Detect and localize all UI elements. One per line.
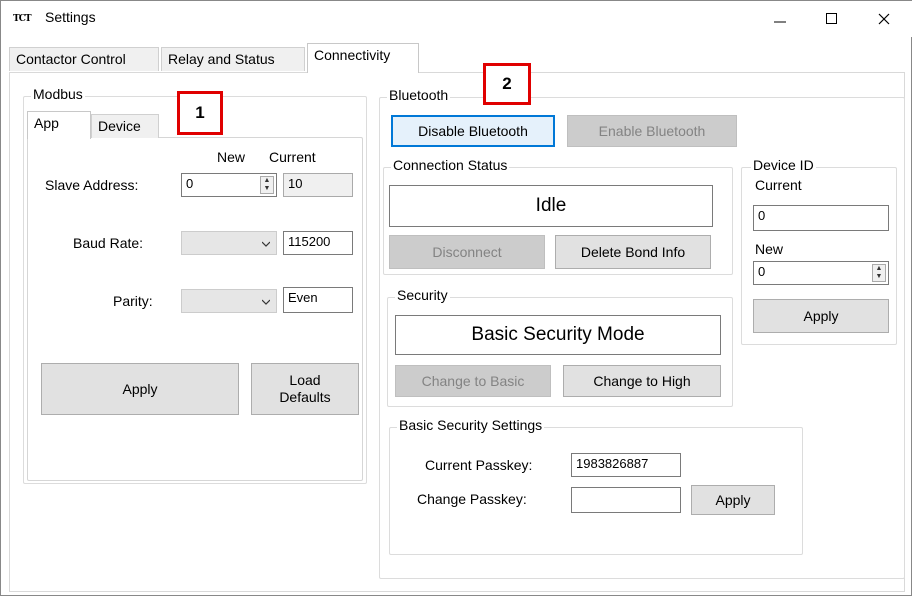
- slave-address-current-field: 10: [283, 173, 353, 197]
- baud-rate-select[interactable]: [181, 231, 277, 255]
- connection-status-display: Idle: [389, 185, 713, 227]
- disconnect-button[interactable]: Disconnect: [389, 235, 545, 269]
- chevron-down-icon: [262, 241, 270, 247]
- device-id-apply-button[interactable]: Apply: [753, 299, 889, 333]
- window-title: Settings: [45, 9, 96, 25]
- device-id-new-value: 0: [758, 264, 766, 279]
- app-logo-icon: TCT: [13, 14, 32, 24]
- modbus-group-label: Modbus: [31, 86, 85, 102]
- baud-rate-label: Baud Rate:: [73, 235, 144, 251]
- settings-window: TCT Settings Contactor Control Relay and…: [0, 0, 912, 596]
- change-to-high-button[interactable]: Change to High: [563, 365, 721, 397]
- load-defaults-button[interactable]: Load Defaults: [251, 363, 359, 415]
- callout-marker-1: 1: [177, 91, 223, 135]
- minimize-icon: [774, 21, 786, 23]
- parity-select[interactable]: [181, 289, 277, 313]
- change-passkey-label: Change Passkey:: [417, 491, 527, 507]
- tab-contactor-control[interactable]: Contactor Control: [9, 47, 159, 71]
- passkey-apply-button[interactable]: Apply: [691, 485, 775, 515]
- enable-bluetooth-button[interactable]: Enable Bluetooth: [567, 115, 737, 147]
- baud-rate-current-field: 115200: [283, 231, 353, 255]
- column-current-header: Current: [269, 149, 316, 165]
- tab-relay-and-status[interactable]: Relay and Status: [161, 47, 305, 71]
- change-to-basic-button[interactable]: Change to Basic: [395, 365, 551, 397]
- chevron-down-icon: [262, 299, 270, 305]
- spin-up-icon[interactable]: ▲: [261, 177, 273, 185]
- security-mode-display: Basic Security Mode: [395, 315, 721, 355]
- device-id-group-label: Device ID: [751, 157, 816, 173]
- current-passkey-label: Current Passkey:: [425, 457, 533, 473]
- parity-current-field: Even: [283, 287, 353, 313]
- slave-address-new-value: 0: [186, 176, 194, 191]
- close-icon: [878, 13, 890, 25]
- parity-label: Parity:: [113, 293, 153, 309]
- slave-address-stepper[interactable]: 0 ▲ ▼: [181, 173, 277, 197]
- slave-address-label: Slave Address:: [45, 177, 139, 193]
- basic-security-settings-label: Basic Security Settings: [397, 417, 545, 433]
- bluetooth-group-label: Bluetooth: [387, 87, 451, 103]
- spin-up-icon[interactable]: ▲: [873, 265, 885, 273]
- security-group-label: Security: [395, 287, 450, 303]
- tab-connectivity[interactable]: Connectivity: [307, 43, 419, 73]
- current-passkey-field: 1983826887: [571, 453, 681, 477]
- device-id-current-label: Current: [755, 177, 802, 193]
- minimize-button[interactable]: [757, 1, 803, 37]
- device-id-current-field: 0: [753, 205, 889, 231]
- modbus-apply-button[interactable]: Apply: [41, 363, 239, 415]
- subtab-app[interactable]: App: [27, 111, 91, 139]
- column-new-header: New: [217, 149, 246, 165]
- close-button[interactable]: [861, 1, 907, 37]
- callout-marker-2: 2: [483, 63, 531, 105]
- subtab-device[interactable]: Device: [91, 114, 159, 138]
- slave-address-spin-buttons[interactable]: ▲ ▼: [260, 176, 274, 194]
- disable-bluetooth-button[interactable]: Disable Bluetooth: [391, 115, 555, 147]
- device-id-new-stepper[interactable]: 0 ▲ ▼: [753, 261, 889, 285]
- title-bar: TCT Settings: [1, 1, 912, 37]
- spin-down-icon[interactable]: ▼: [873, 273, 885, 281]
- load-defaults-line2: Defaults: [279, 389, 331, 405]
- maximize-button[interactable]: [809, 1, 855, 37]
- spin-down-icon[interactable]: ▼: [261, 185, 273, 193]
- delete-bond-info-button[interactable]: Delete Bond Info: [555, 235, 711, 269]
- device-id-spin-buttons[interactable]: ▲ ▼: [872, 264, 886, 282]
- device-id-new-label: New: [755, 241, 784, 257]
- change-passkey-input[interactable]: [571, 487, 681, 513]
- connection-status-label: Connection Status: [391, 157, 510, 173]
- load-defaults-line1: Load: [289, 372, 321, 388]
- maximize-icon: [826, 13, 837, 24]
